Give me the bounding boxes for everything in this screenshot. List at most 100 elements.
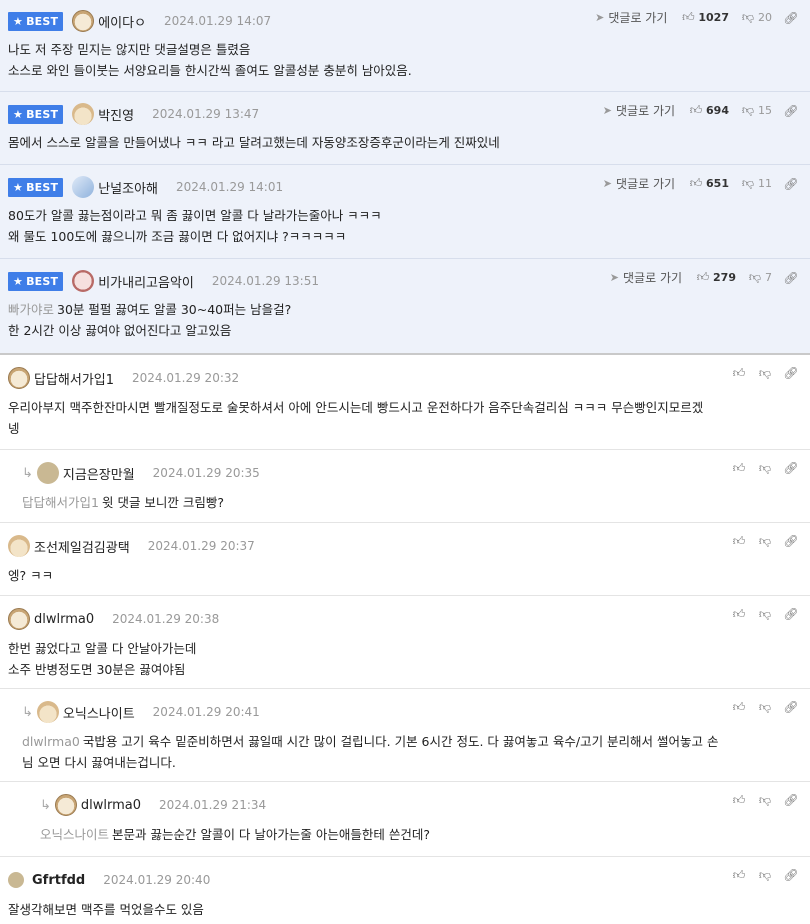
avatar[interactable] bbox=[8, 608, 30, 630]
comment-text-line: 한 2시간 이상 끓여야 없어진다고 알고있음 bbox=[8, 323, 232, 338]
best-badge: ★ BEST bbox=[8, 271, 64, 291]
link-icon[interactable]: 🔗︎ bbox=[783, 534, 798, 548]
avatar[interactable] bbox=[8, 367, 30, 389]
link-icon[interactable]: 🔗︎ bbox=[783, 271, 798, 285]
comment-author[interactable]: 비가내리고음악이 bbox=[98, 272, 194, 291]
upvote-count: 651 bbox=[706, 177, 729, 190]
go-to-comment-link[interactable]: ➤ 댓글로 가기 bbox=[603, 102, 675, 119]
thumbs-down-icon[interactable]: 👎︎ bbox=[758, 534, 772, 548]
link-icon[interactable]: 🔗︎ bbox=[783, 793, 798, 807]
mention-tag[interactable]: dlwlrma0 bbox=[22, 734, 80, 749]
reply-comment: ↳ 오닉스나이트 2024.01.29 20:41 👍︎ 👎︎ 🔗︎ dlwlr… bbox=[0, 689, 810, 782]
thumbs-down-icon[interactable]: 👎︎ bbox=[741, 10, 755, 25]
comment-date: 2024.01.29 21:34 bbox=[159, 798, 267, 812]
go-to-comment-link[interactable]: ➤ 댓글로 가기 bbox=[610, 269, 682, 286]
downvote-count: 11 bbox=[758, 177, 772, 190]
comment-author[interactable]: 박진영 bbox=[98, 105, 134, 124]
send-arrow-icon: ➤ bbox=[609, 271, 620, 284]
thumbs-down-icon[interactable]: 👎︎ bbox=[758, 461, 772, 475]
avatar[interactable] bbox=[72, 103, 95, 125]
send-arrow-icon: ➤ bbox=[595, 11, 605, 24]
comment-author[interactable]: 에이다ㅇ bbox=[98, 12, 146, 31]
thumbs-up-icon[interactable]: 👍︎ bbox=[732, 461, 746, 475]
thumbs-up-icon[interactable]: 👍︎ bbox=[696, 270, 710, 285]
comment-text-line: 잘생각해보면 맥주를 먹었을수도 있음 bbox=[8, 902, 204, 917]
comment-text-line: 왜 물도 100도에 끓으니까 조금 끓이면 다 없어지냐 ?ㅋㅋㅋㅋㅋ bbox=[8, 229, 347, 244]
link-icon[interactable]: 🔗︎ bbox=[783, 177, 798, 191]
comment-author[interactable]: 난널조아해 bbox=[98, 178, 158, 197]
avatar[interactable] bbox=[72, 176, 95, 198]
thumbs-down-icon[interactable]: 👎︎ bbox=[758, 868, 772, 882]
reply-arrow-icon: ↳ bbox=[40, 797, 51, 813]
comment-date: 2024.01.29 20:41 bbox=[152, 705, 260, 719]
comment-date: 2024.01.29 20:32 bbox=[132, 371, 240, 385]
thumbs-up-icon[interactable]: 👍︎ bbox=[732, 607, 746, 621]
link-icon[interactable]: 🔗︎ bbox=[783, 461, 798, 475]
comment: Gfrtfdd 2024.01.29 20:40 👍︎ 👎︎ 🔗︎ 잘생각해보면… bbox=[0, 857, 810, 924]
go-to-comment-link[interactable]: ➤ 댓글로 가기 bbox=[595, 9, 667, 26]
link-icon[interactable]: 🔗︎ bbox=[783, 366, 798, 380]
comment-text-line: 님 오면 다시 끓여내는겁니다. bbox=[22, 755, 176, 770]
star-icon: ★ bbox=[13, 14, 24, 28]
comment-author[interactable]: 조선제일검김광택 bbox=[34, 537, 130, 556]
comment-author[interactable]: dlwlrma0 bbox=[34, 612, 94, 627]
avatar[interactable] bbox=[8, 872, 24, 888]
upvote-count: 279 bbox=[713, 271, 736, 284]
comment-date: 2024.01.29 13:47 bbox=[152, 107, 260, 121]
link-icon[interactable]: 🔗︎ bbox=[783, 607, 798, 621]
thumbs-down-icon[interactable]: 👎︎ bbox=[758, 793, 772, 807]
thumbs-up-icon[interactable]: 👍︎ bbox=[732, 868, 746, 882]
thumbs-up-icon[interactable]: 👍︎ bbox=[732, 793, 746, 807]
avatar[interactable] bbox=[72, 270, 95, 292]
thumbs-down-icon[interactable]: 👎︎ bbox=[748, 270, 762, 285]
thumbs-down-icon[interactable]: 👎︎ bbox=[758, 607, 772, 621]
star-icon: ★ bbox=[13, 107, 24, 121]
comment-author[interactable]: 지금은장만월 bbox=[63, 464, 135, 483]
mention-tag[interactable]: 오닉스나이트 bbox=[40, 827, 109, 842]
thumbs-up-icon[interactable]: 👍︎ bbox=[689, 103, 703, 118]
comment-text-line: 몸에서 스스로 알콜을 만들어냈나 ㅋㅋ 라고 달려고했는데 자동양조장증후군이… bbox=[8, 135, 500, 150]
avatar[interactable] bbox=[36, 701, 59, 723]
downvote-count: 20 bbox=[758, 11, 772, 24]
thumbs-up-icon[interactable]: 👍︎ bbox=[689, 176, 703, 191]
comment-text-line: 본문과 끓는순간 알콜이 다 날아가는줄 아는애들한테 쓴건데? bbox=[112, 827, 430, 842]
send-arrow-icon: ➤ bbox=[602, 104, 613, 117]
thumbs-down-icon[interactable]: 👎︎ bbox=[741, 103, 755, 118]
avatar[interactable] bbox=[8, 535, 30, 557]
comment-list: ★ BEST 에이다ㅇ 2024.01.29 14:07 ➤ 댓글로 가기 👍︎ 10… bbox=[0, 0, 810, 924]
thumbs-up-icon[interactable]: 👍︎ bbox=[732, 366, 746, 380]
reply-arrow-icon: ↳ bbox=[22, 704, 33, 720]
link-icon[interactable]: 🔗︎ bbox=[783, 700, 798, 714]
comment-text-line: 우리아부지 맥주한잔마시면 빨개질정도로 술못하셔서 아에 안드시는데 빵드시고… bbox=[8, 400, 704, 415]
thumbs-down-icon[interactable]: 👎︎ bbox=[758, 700, 772, 714]
link-icon[interactable]: 🔗︎ bbox=[783, 868, 798, 882]
comment-date: 2024.01.29 20:35 bbox=[152, 466, 260, 480]
best-comment: ★ BEST 난널조아해 2024.01.29 14:01 ➤ 댓글로 가기 👍︎ 6… bbox=[0, 165, 810, 259]
comment-author[interactable]: 답답해서가입1 bbox=[34, 369, 114, 388]
comment: 답답해서가입1 2024.01.29 20:32 👍︎ 👎︎ 🔗︎ 우리아부지 … bbox=[0, 355, 810, 450]
downvote-count: 15 bbox=[758, 104, 772, 117]
best-comment: ★ BEST 박진영 2024.01.29 13:47 ➤ 댓글로 가기 👍︎ 694… bbox=[0, 92, 810, 165]
thumbs-down-icon[interactable]: 👎︎ bbox=[741, 176, 755, 191]
link-icon[interactable]: 🔗︎ bbox=[783, 104, 798, 118]
avatar[interactable] bbox=[72, 10, 95, 32]
avatar[interactable] bbox=[36, 462, 59, 484]
thumbs-up-icon[interactable]: 👍︎ bbox=[732, 534, 746, 548]
avatar[interactable] bbox=[54, 794, 77, 816]
thumbs-up-icon[interactable]: 👍︎ bbox=[732, 700, 746, 714]
thumbs-down-icon[interactable]: 👎︎ bbox=[758, 366, 772, 380]
link-icon[interactable]: 🔗︎ bbox=[783, 11, 798, 25]
reply-comment: ↳ dlwlrma0 2024.01.29 21:34 👍︎ 👎︎ 🔗︎ 오닉스… bbox=[0, 782, 810, 857]
thumbs-up-icon[interactable]: 👍︎ bbox=[681, 10, 695, 25]
comment-date: 2024.01.29 20:37 bbox=[147, 539, 255, 553]
best-badge: ★ BEST bbox=[8, 11, 64, 31]
comment-author[interactable]: Gfrtfdd bbox=[32, 873, 85, 888]
upvote-count: 1027 bbox=[698, 11, 729, 24]
comment-date: 2024.01.29 14:07 bbox=[164, 14, 272, 28]
comment-author[interactable]: dlwlrma0 bbox=[81, 798, 141, 813]
mention-tag[interactable]: 답답해서가입1 bbox=[22, 495, 99, 510]
mention-tag[interactable]: 빠가야로 bbox=[8, 302, 54, 317]
go-to-comment-link[interactable]: ➤ 댓글로 가기 bbox=[603, 175, 675, 192]
comment-author[interactable]: 오닉스나이트 bbox=[63, 703, 135, 722]
comment-date: 2024.01.29 13:51 bbox=[211, 274, 319, 288]
